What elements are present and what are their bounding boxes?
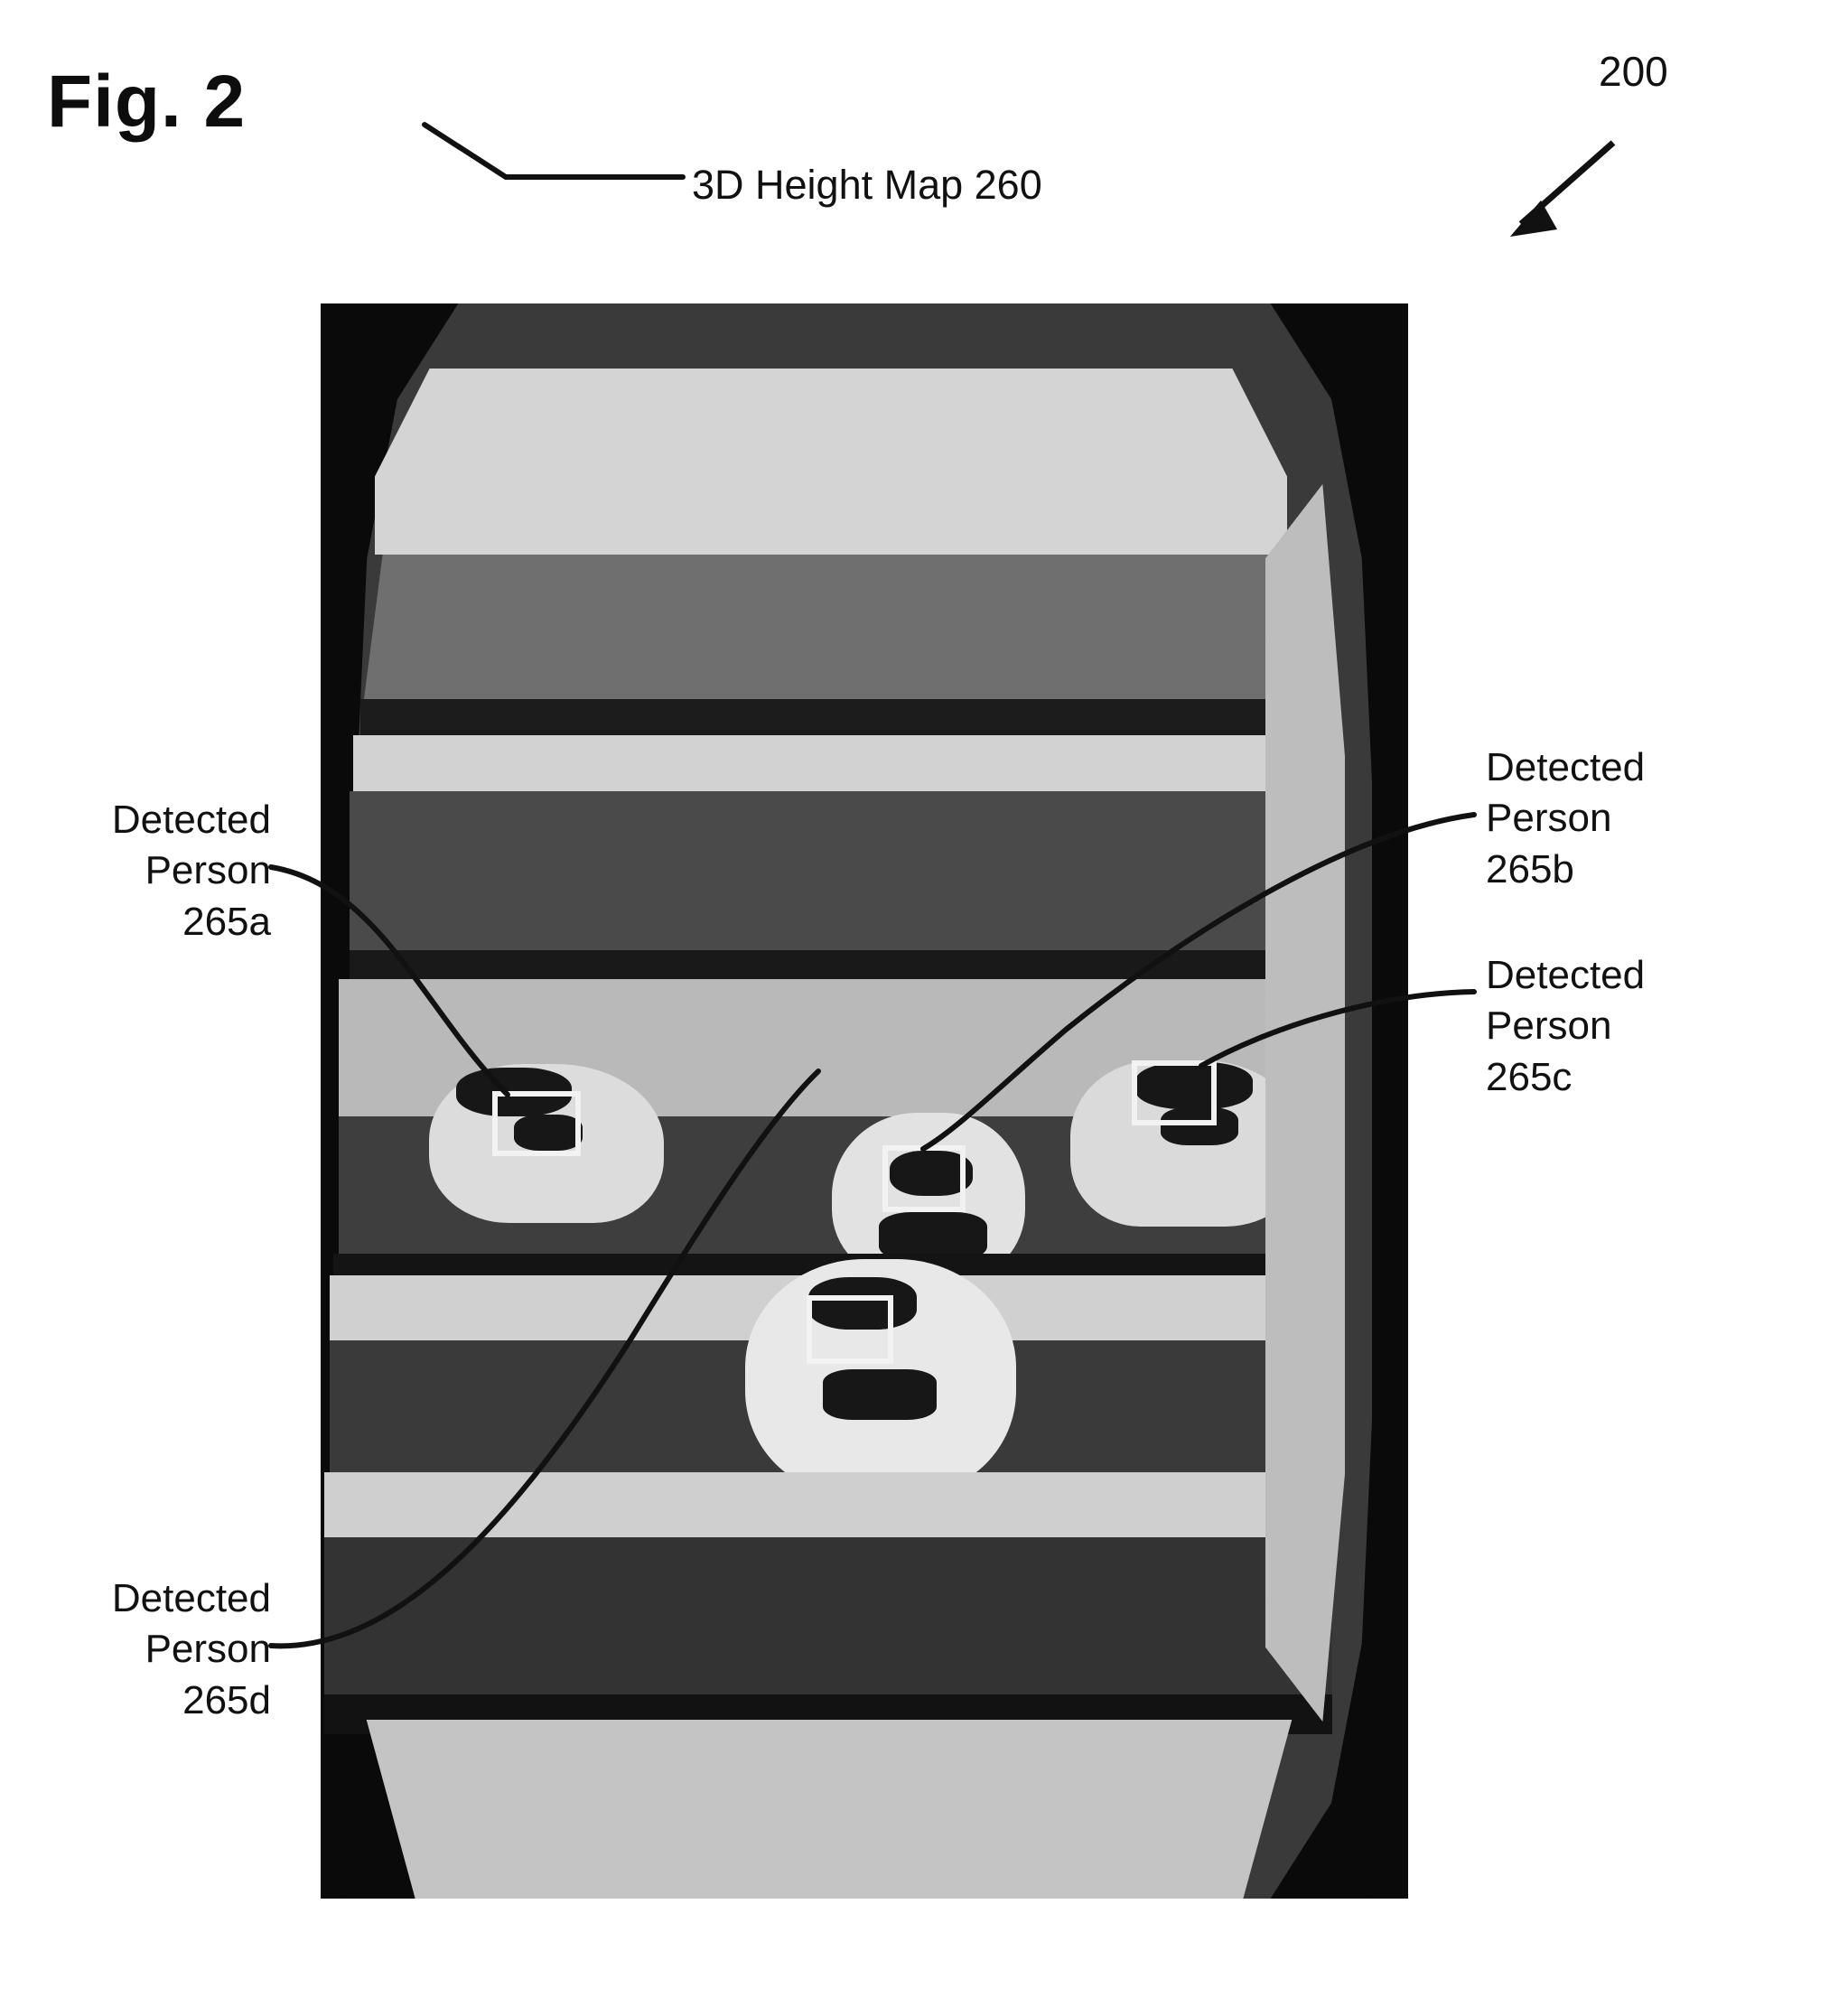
callout-height-map-label: 3D Height Map 260 (692, 162, 1042, 208)
detection-box-265b[interactable] (882, 1145, 966, 1212)
figure-reference-number: 200 (1599, 48, 1668, 95)
leader-line-height-map (422, 122, 686, 180)
callout-detected-person-265d: Detected Person 265d (111, 1576, 271, 1722)
tier-platform-5 (324, 1472, 1332, 1537)
center-figure-lower-torso (823, 1369, 937, 1420)
detection-box-265c[interactable] (1132, 1060, 1217, 1125)
tier-platform-2 (353, 735, 1305, 791)
tier-riser-2 (350, 791, 1309, 968)
figure-title: Fig. 2 (47, 61, 247, 143)
bowl-rim-right (1265, 484, 1345, 1722)
tier-platform-6 (366, 1720, 1293, 1899)
detection-box-265d[interactable] (807, 1295, 893, 1364)
height-map-image (321, 303, 1408, 1899)
callout-detected-person-265b: Detected Person 265b (1486, 745, 1646, 891)
callout-detected-person-265c: Detected Person 265c (1486, 953, 1646, 1099)
reference-arrow-200 (1510, 140, 1616, 237)
tier-riser-1 (364, 555, 1294, 699)
tier-platform-1 (375, 369, 1287, 555)
detection-box-265a[interactable] (492, 1091, 581, 1156)
tier-riser-5 (324, 1537, 1332, 1716)
callout-detected-person-265a: Detected Person 265a (111, 798, 271, 944)
